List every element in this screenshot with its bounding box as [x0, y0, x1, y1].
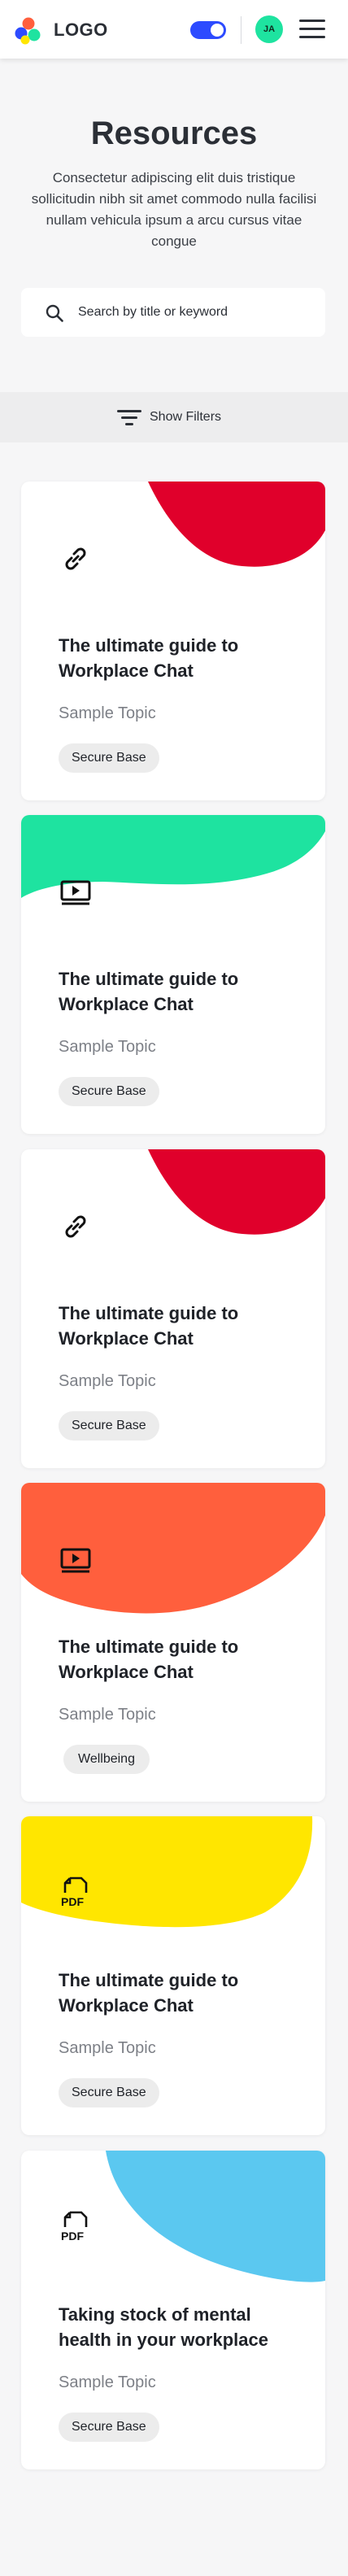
card-topic: Sample Topic [59, 1038, 156, 1056]
page-description: Consectetur adipiscing elit duis tristiq… [31, 170, 317, 249]
card-topic: Sample Topic [59, 1372, 156, 1390]
card-title[interactable]: The ultimate guide to Workplace Chat [59, 1968, 302, 2018]
card-topic: Sample Topic [59, 2373, 156, 2391]
pdf-icon: PDF [61, 2211, 88, 2243]
resource-card[interactable]: The ultimate guide to Workplace Chat Sam… [21, 815, 325, 1134]
card-tag[interactable]: Wellbeing [63, 1745, 150, 1774]
show-filters-label: Show Filters [150, 410, 222, 424]
search-icon [46, 304, 63, 322]
resource-card[interactable]: The ultimate guide to Workplace Chat Sam… [21, 1483, 325, 1802]
video-icon [60, 880, 91, 905]
search-input[interactable] [78, 301, 314, 324]
card-title[interactable]: The ultimate guide to Workplace Chat [59, 1634, 302, 1685]
card-title[interactable]: The ultimate guide to Workplace Chat [59, 633, 302, 683]
logo-icon[interactable] [15, 17, 42, 45]
resource-card[interactable]: The ultimate guide to Workplace Chat Sam… [21, 1149, 325, 1468]
site-header: LOGO JA [0, 0, 348, 59]
hamburger-menu-icon[interactable] [299, 20, 325, 39]
card-title[interactable]: The ultimate guide to Workplace Chat [59, 966, 302, 1017]
card-topic: Sample Topic [59, 704, 156, 722]
card-title[interactable]: Taking stock of mental health in your wo… [59, 2302, 302, 2352]
card-tag[interactable]: Secure Base [59, 2078, 159, 2107]
avatar[interactable]: JA [255, 15, 283, 43]
link-icon [65, 1215, 86, 1238]
card-topic: Sample Topic [59, 1706, 156, 1724]
search-box[interactable] [21, 288, 325, 337]
card-topic: Sample Topic [59, 2039, 156, 2057]
card-tag[interactable]: Secure Base [59, 743, 159, 773]
page-title: Resources [90, 116, 258, 151]
filters-bar: Show Filters [0, 392, 348, 442]
svg-text:PDF: PDF [61, 2229, 84, 2243]
card-tag[interactable]: Secure Base [59, 1411, 159, 1441]
show-filters-button[interactable]: Show Filters [117, 405, 221, 429]
resource-card[interactable]: The ultimate guide to Workplace Chat Sam… [21, 482, 325, 800]
theme-toggle[interactable] [190, 21, 226, 39]
link-icon [65, 547, 86, 570]
card-tag[interactable]: Secure Base [59, 2413, 159, 2442]
card-tag[interactable]: Secure Base [59, 1077, 159, 1106]
pdf-icon: PDF [61, 1876, 88, 1908]
svg-text:PDF: PDF [61, 1895, 84, 1908]
card-title[interactable]: The ultimate guide to Workplace Chat [59, 1301, 302, 1351]
resource-card[interactable]: PDF Taking stock of mental health in you… [21, 2151, 325, 2469]
toggle-knob [211, 24, 224, 37]
filter-icon [117, 408, 141, 426]
logo-text[interactable]: LOGO [54, 20, 108, 41]
resource-card[interactable]: PDF The ultimate guide to Workplace Chat… [21, 1816, 325, 2135]
video-icon [60, 1548, 91, 1573]
